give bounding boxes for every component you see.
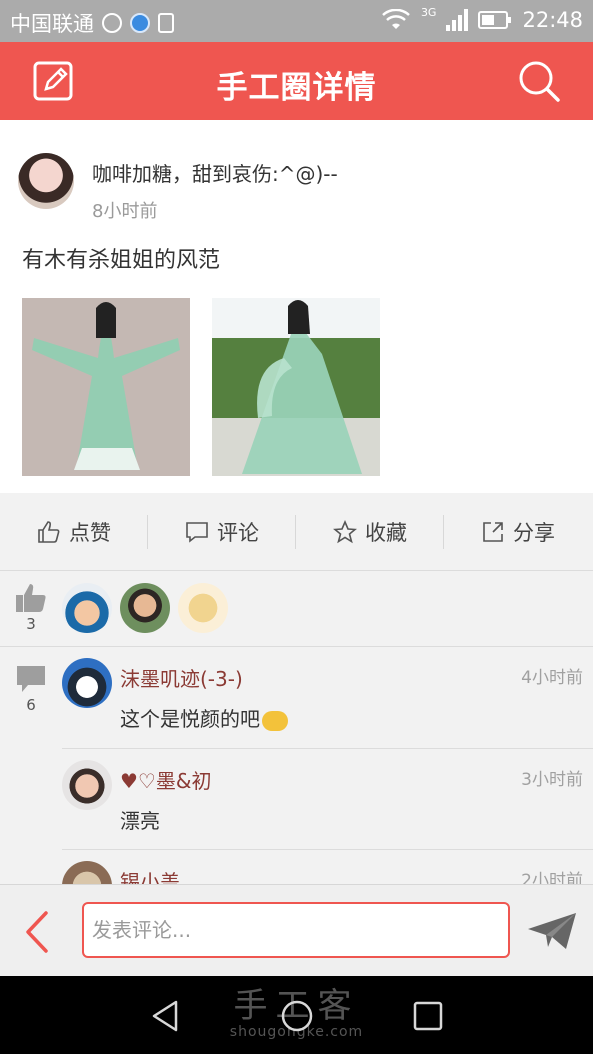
nav-home-icon[interactable] <box>279 998 315 1034</box>
nav-back-icon[interactable] <box>148 998 184 1034</box>
likes-row: 3 <box>0 571 593 647</box>
thumb-up-icon <box>38 521 60 543</box>
nav-recent-icon[interactable] <box>410 998 446 1034</box>
system-nav-bar: 手工客 shougongke.com <box>0 976 593 1054</box>
status-bar: 中国联通 3G 22:48 <box>0 0 593 42</box>
comment-time: 3小时前 <box>521 770 583 790</box>
likes-thumb-icon <box>16 584 46 612</box>
likes-count: 3 <box>26 615 36 633</box>
liker-avatar[interactable] <box>120 583 170 633</box>
network-type: 3G <box>420 5 437 19</box>
like-button[interactable]: 点赞 <box>0 493 148 571</box>
commenter-name[interactable]: 沫墨叽迹(-3-) <box>120 663 243 692</box>
clock: 22:48 <box>522 8 583 32</box>
screen: 中国联通 3G 22:48 手工圈详情 咖啡加糖，甜到哀伤:^@)-- 8小时前… <box>0 0 593 1054</box>
doll-figure-2 <box>212 298 380 476</box>
author-name[interactable]: 咖啡加糖，甜到哀伤:^@)-- <box>92 158 338 187</box>
back-arrow-icon[interactable] <box>20 909 56 955</box>
page-title: 手工圈详情 <box>216 70 377 106</box>
app-k-icon <box>130 13 150 33</box>
favorite-label: 收藏 <box>365 521 407 545</box>
status-right: 3G 22:48 <box>381 5 583 32</box>
comments-count: 6 <box>26 696 36 714</box>
liker-avatar[interactable] <box>178 583 228 633</box>
signal-icon <box>446 9 469 31</box>
liker-avatar[interactable] <box>62 583 112 633</box>
commenter-name[interactable]: ♥♡墨&初 <box>120 765 211 794</box>
comment-input[interactable] <box>82 902 510 958</box>
search-icon[interactable] <box>517 59 561 103</box>
comment-text: 这个是悦颜的吧 <box>120 703 288 732</box>
star-icon <box>333 520 357 544</box>
author-avatar[interactable] <box>18 153 74 209</box>
grin-emoji-icon <box>262 710 288 731</box>
comment-icon <box>186 522 208 543</box>
comment-text: 漂亮 <box>120 809 160 833</box>
comment-label: 评论 <box>217 521 259 545</box>
comment-time: 4小时前 <box>521 668 583 688</box>
comments-count-icon <box>17 666 45 692</box>
favorite-button[interactable]: 收藏 <box>296 493 444 571</box>
share-icon <box>483 522 503 542</box>
commenter-avatar[interactable] <box>62 760 112 810</box>
app-header: 手工圈详情 <box>0 42 593 120</box>
comment-button[interactable]: 评论 <box>148 493 296 571</box>
wifi-icon <box>382 9 410 29</box>
comment-item[interactable]: ♥♡墨&初 3小时前 漂亮 <box>62 748 593 850</box>
share-button[interactable]: 分享 <box>444 493 592 571</box>
comment-text-content: 这个是悦颜的吧 <box>120 707 260 731</box>
status-left: 中国联通 <box>10 8 174 38</box>
like-label: 点赞 <box>69 521 111 545</box>
upload-icon <box>158 13 174 33</box>
doll-photo-2[interactable] <box>212 298 380 476</box>
doll-photo-1[interactable] <box>22 298 190 476</box>
commenter-avatar[interactable] <box>62 658 112 708</box>
doll-figure-1 <box>22 298 190 476</box>
carrier-label: 中国联通 <box>10 12 94 36</box>
post-text: 有木有杀姐姐的风范 <box>22 248 221 273</box>
comment-item[interactable]: 沫墨叽迹(-3-) 4小时前 这个是悦颜的吧 <box>62 647 593 749</box>
send-icon[interactable] <box>526 911 578 951</box>
share-label: 分享 <box>513 521 555 545</box>
battery-icon <box>478 11 512 29</box>
post-time: 8小时前 <box>92 201 158 222</box>
action-bar: 点赞 评论 收藏 分享 <box>0 493 593 571</box>
notification-icon <box>102 13 122 33</box>
post-card: 咖啡加糖，甜到哀伤:^@)-- 8小时前 有木有杀姐姐的风范 <box>0 120 593 493</box>
comment-input-bar <box>0 884 593 976</box>
